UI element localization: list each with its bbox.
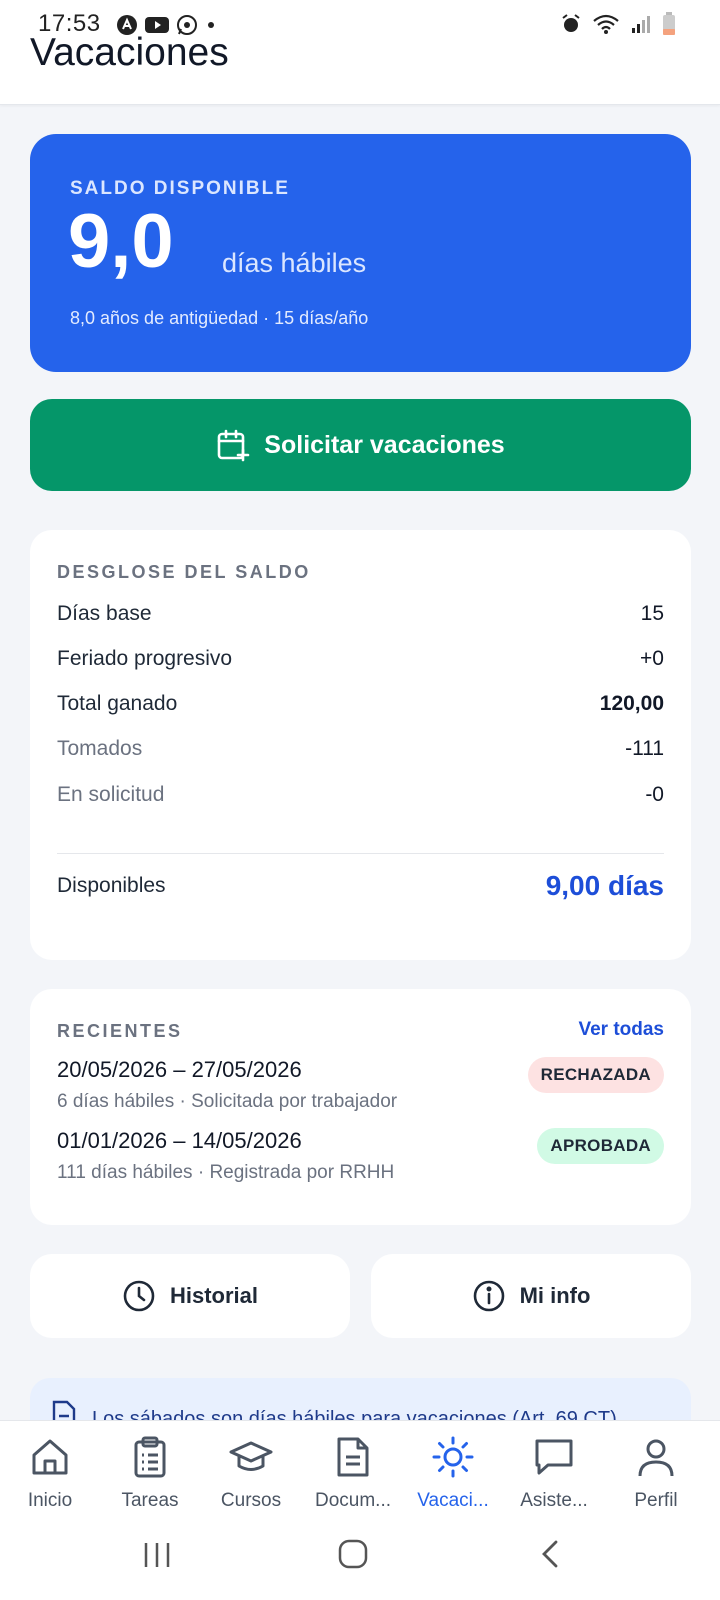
saldo-subtitle: 8,0 años de antigüedad · 15 días/año — [70, 308, 369, 328]
graduation-cap-icon — [229, 1441, 273, 1471]
status-badge: RECHAZADA — [527, 1057, 664, 1093]
desglose-row-label: Tomados — [57, 737, 143, 760]
request-detail: 111 días hábiles · Registrada por RRHH — [57, 1162, 395, 1183]
saldo-label: SALDO DISPONIBLE — [70, 178, 290, 199]
desglose-row: Feriado progresivo +0 — [57, 647, 664, 671]
desglose-row-label: Días base — [57, 602, 152, 625]
saldo-card: SALDO DISPONIBLE 9,0 días hábiles 8,0 añ… — [30, 134, 691, 372]
request-item[interactable]: 20/05/2026 – 27/05/2026 6 días hábiles ·… — [57, 1057, 664, 1113]
chat-icon — [535, 1439, 573, 1475]
desglose-row: Tomados -111 — [57, 737, 664, 761]
mi-info-button[interactable]: Mi info — [371, 1254, 691, 1338]
system-nav-bar — [0, 1520, 720, 1600]
nav-item-label: Tareas — [121, 1490, 179, 1511]
desglose-title: DESGLOSE DEL SALDO — [57, 562, 311, 582]
saldo-value: 9,0 — [68, 199, 174, 284]
disponibles-row: Disponibles 9,00 días — [57, 870, 664, 902]
nav-item-label: Perfil — [634, 1490, 678, 1511]
nav-item-label: Vacaci... — [417, 1490, 489, 1511]
status-badge: APROBADA — [537, 1128, 664, 1164]
calendar-add-icon — [217, 429, 250, 462]
nav-item-asistencia[interactable]: Asiste... — [504, 1435, 604, 1512]
nav-item-vacaciones[interactable]: Vacaci... — [403, 1435, 503, 1512]
desglose-row: Total ganado 120,00 — [57, 692, 664, 716]
dot-icon — [208, 22, 214, 28]
solicitar-vacaciones-label: Solicitar vacaciones — [264, 430, 505, 459]
app-header: 17:53 Vacaciones — [0, 0, 720, 105]
signal-icon — [632, 16, 650, 33]
desglose-row-label: Feriado progresivo — [57, 647, 233, 670]
wifi-icon — [593, 14, 619, 34]
desglose-row-value: 15 — [640, 602, 664, 625]
info-icon — [473, 1280, 504, 1312]
request-item[interactable]: 01/01/2026 – 14/05/2026 111 días hábiles… — [57, 1128, 664, 1184]
desglose-row-value: -0 — [645, 783, 664, 806]
desglose-row-value: 120,00 — [599, 692, 664, 715]
bottom-nav: Inicio Tareas Cursos Docum... Vacaci... … — [0, 1420, 720, 1520]
alarm-icon — [562, 14, 580, 32]
recientes-card: RECIENTES Ver todas 20/05/2026 – 27/05/2… — [30, 989, 691, 1225]
saldo-unit: días hábiles — [222, 248, 367, 278]
nav-item-documentos[interactable]: Docum... — [303, 1435, 403, 1512]
nav-item-tareas[interactable]: Tareas — [100, 1435, 200, 1512]
home-icon — [32, 1439, 68, 1475]
page-title: Vacaciones — [30, 31, 229, 74]
nav-item-label: Cursos — [220, 1490, 282, 1511]
mi-info-label: Mi info — [519, 1283, 591, 1308]
disponibles-value: 9,00 días — [545, 870, 664, 901]
nav-item-label: Docum... — [314, 1490, 392, 1511]
document-icon — [337, 1437, 369, 1477]
divider — [57, 853, 664, 854]
recientes-title: RECIENTES — [57, 1021, 183, 1041]
desglose-row-label: En solicitud — [57, 783, 165, 806]
solicitar-vacaciones-button[interactable]: Solicitar vacaciones — [30, 399, 691, 491]
nav-item-inicio[interactable]: Inicio — [0, 1435, 100, 1512]
disponibles-label: Disponibles — [57, 874, 166, 897]
nav-item-label: Asiste... — [520, 1490, 588, 1511]
desglose-row-value: +0 — [640, 647, 664, 670]
historial-button[interactable]: Historial — [30, 1254, 350, 1338]
desglose-row-label: Total ganado — [57, 692, 178, 715]
nav-item-label: Inicio — [27, 1490, 73, 1511]
home-button-icon[interactable] — [337, 1538, 369, 1570]
desglose-card: DESGLOSE DEL SALDO Días base 15 Feriado … — [30, 530, 691, 960]
clock-icon — [123, 1280, 155, 1312]
request-detail: 6 días hábiles · Solicitada por trabajad… — [57, 1091, 398, 1112]
battery-icon — [663, 12, 675, 35]
desglose-row: En solicitud -0 — [57, 783, 664, 807]
back-icon[interactable] — [538, 1538, 564, 1570]
clipboard-icon — [134, 1436, 166, 1478]
user-icon — [638, 1439, 674, 1477]
historial-label: Historial — [169, 1283, 259, 1308]
sun-icon — [432, 1436, 474, 1478]
recents-icon[interactable] — [142, 1540, 172, 1570]
nav-item-perfil[interactable]: Perfil — [606, 1435, 706, 1512]
nav-item-cursos[interactable]: Cursos — [201, 1435, 301, 1512]
ver-todas-link[interactable]: Ver todas — [578, 1019, 664, 1041]
desglose-row: Días base 15 — [57, 602, 664, 626]
desglose-row-value: -111 — [625, 737, 664, 760]
